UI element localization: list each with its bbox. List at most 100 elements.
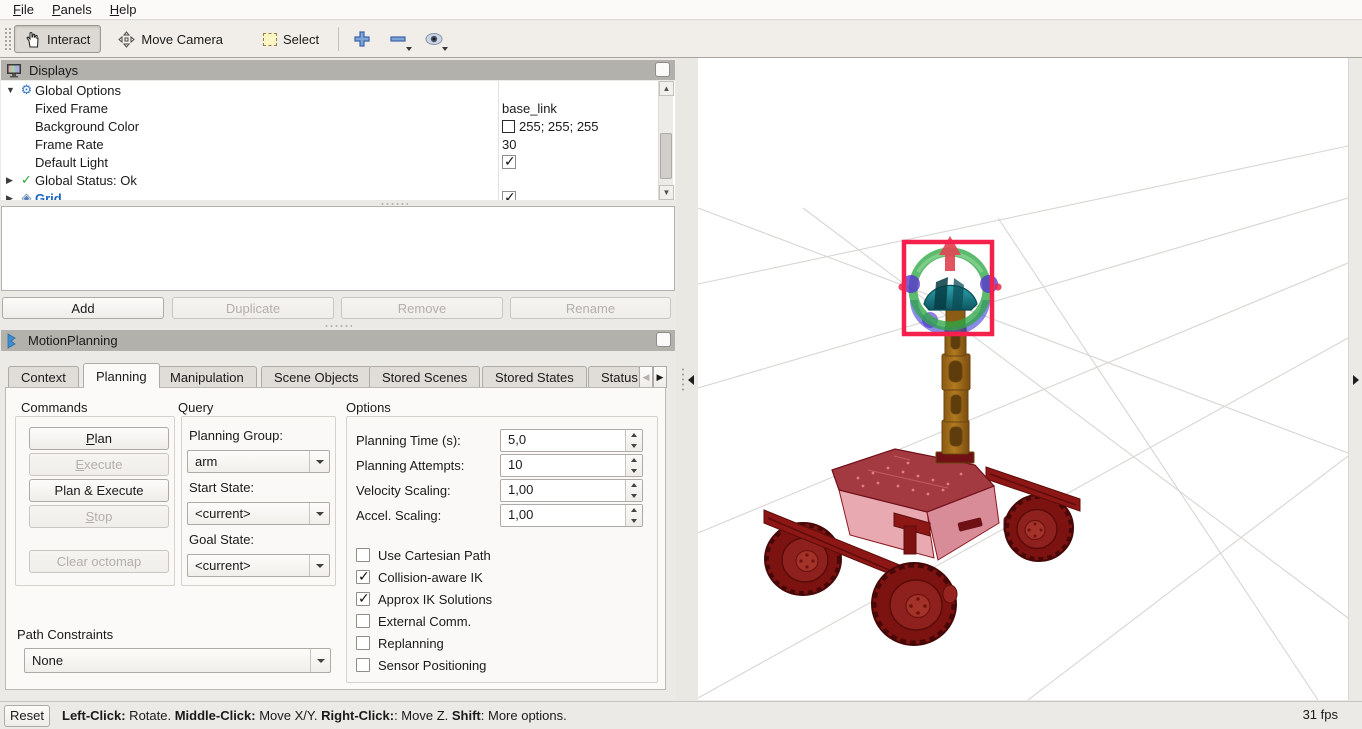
- menu-file[interactable]: File: [4, 1, 43, 18]
- approx-ik-solutions-checkbox[interactable]: [356, 590, 370, 607]
- stop-button[interactable]: Stop: [29, 505, 169, 528]
- grid-diamond-icon: ◈: [21, 190, 32, 200]
- collision-aware-ik-checkbox[interactable]: [356, 568, 370, 585]
- toolbar-separator: [338, 27, 340, 51]
- displays-tree: ▼ ⚙ Global Options Fixed Frame base_link…: [1, 81, 675, 200]
- rover-body: [831, 448, 1000, 561]
- commands-heading: Commands: [21, 400, 88, 415]
- scroll-up-icon[interactable]: ▲: [659, 81, 674, 96]
- zoom-out-button[interactable]: [383, 25, 413, 53]
- default-light-checkbox[interactable]: [502, 153, 516, 170]
- tab-status[interactable]: Status: [588, 366, 640, 388]
- move-camera-tool-button[interactable]: Move Camera: [107, 25, 234, 53]
- use-cartesian-path-label: Use Cartesian Path: [378, 548, 491, 563]
- fixed-frame-value[interactable]: base_link: [502, 101, 557, 116]
- menu-help[interactable]: Help: [101, 1, 146, 18]
- grid-checkbox[interactable]: [502, 189, 516, 200]
- start-state-combobox[interactable]: <current>: [187, 502, 330, 525]
- tree-row-global-status[interactable]: ▶ ✓ Global Status: Ok: [1, 171, 675, 189]
- goal-state-combobox[interactable]: <current>: [187, 554, 330, 577]
- tab-scroll-left-icon[interactable]: ◀: [639, 366, 653, 388]
- spin-buttons[interactable]: [625, 455, 642, 476]
- execute-button[interactable]: Execute: [29, 453, 169, 476]
- tree-row-background-color[interactable]: Background Color 255; 255; 255: [1, 117, 675, 135]
- spin-buttons[interactable]: [625, 480, 642, 501]
- color-swatch[interactable]: [502, 119, 515, 133]
- external-comm-checkbox[interactable]: [356, 614, 370, 628]
- tab-context[interactable]: Context: [8, 366, 79, 388]
- menu-panels[interactable]: Panels: [43, 1, 101, 18]
- spin-buttons[interactable]: [625, 505, 642, 526]
- selection-box-icon: [263, 32, 277, 46]
- motionplanning-float-button[interactable]: [656, 332, 671, 347]
- scrollbar-thumb[interactable]: [660, 133, 672, 179]
- tab-scroll-right-icon[interactable]: ▶: [653, 366, 667, 388]
- fps-counter: 31 fps: [1302, 707, 1338, 722]
- reset-button[interactable]: Reset: [4, 704, 50, 727]
- tab-stored-states[interactable]: Stored States: [482, 366, 587, 388]
- tab-planning[interactable]: Planning: [83, 363, 160, 388]
- scroll-down-icon[interactable]: ▼: [659, 185, 674, 200]
- expander-down-icon[interactable]: ▼: [6, 85, 18, 95]
- planning-group-combobox[interactable]: arm: [187, 450, 330, 473]
- planning-time-spinbox[interactable]: 5,0: [500, 429, 643, 452]
- planning-attempts-spinbox[interactable]: 10: [500, 454, 643, 477]
- plan-and-execute-button[interactable]: Plan & Execute: [29, 479, 169, 502]
- gripper-dome: [923, 284, 978, 311]
- start-state-label: Start State:: [189, 480, 255, 495]
- tab-stored-scenes[interactable]: Stored Scenes: [369, 366, 481, 388]
- remove-display-button[interactable]: Remove: [341, 297, 503, 319]
- sensor-positioning-checkbox[interactable]: [356, 658, 370, 672]
- hand-cursor-icon: [26, 31, 39, 48]
- tree-label: Background Color: [35, 118, 140, 134]
- tree-row-grid[interactable]: ▶ ◈ Grid: [1, 189, 675, 200]
- tree-row-global-options[interactable]: ▼ ⚙ Global Options: [1, 81, 675, 99]
- zoom-in-button[interactable]: [347, 25, 377, 53]
- use-cartesian-path-checkbox[interactable]: [356, 548, 370, 562]
- motionplanning-panel-header[interactable]: MotionPlanning: [1, 330, 675, 351]
- accel-scaling-spinbox[interactable]: 1,00: [500, 504, 643, 527]
- eye-dropdown-arrow[interactable]: [442, 47, 449, 51]
- marker-handle-right[interactable]: [980, 275, 998, 293]
- path-constraints-combobox[interactable]: None: [24, 648, 331, 673]
- planning-time-label: Planning Time (s):: [356, 433, 461, 448]
- splitter-handle[interactable]: [324, 324, 352, 328]
- rename-display-button[interactable]: Rename: [510, 297, 671, 319]
- tree-row-default-light[interactable]: Default Light: [1, 153, 675, 171]
- tree-label: Grid: [35, 190, 62, 201]
- displays-float-button[interactable]: [655, 62, 670, 77]
- expander-right-icon[interactable]: ▶: [6, 175, 18, 186]
- planning-tab-content: Commands Query Options Plan Execute Plan…: [5, 387, 666, 690]
- collapse-right-icon[interactable]: [1353, 375, 1359, 385]
- plan-button[interactable]: Plan: [29, 427, 169, 450]
- interact-tool-button[interactable]: Interact: [14, 25, 102, 53]
- 3d-viewport[interactable]: [697, 58, 1349, 701]
- tree-row-fixed-frame[interactable]: Fixed Frame base_link: [1, 99, 675, 117]
- replanning-checkbox[interactable]: [356, 636, 370, 650]
- panel-splitter[interactable]: [676, 58, 698, 700]
- monitor-icon: [7, 63, 21, 77]
- duplicate-display-button[interactable]: Duplicate: [172, 297, 334, 319]
- select-tool-button[interactable]: Select: [252, 25, 330, 53]
- splitter-grip[interactable]: [681, 367, 685, 393]
- tab-manipulation[interactable]: Manipulation: [157, 366, 257, 388]
- expander-right-icon[interactable]: ▶: [6, 193, 18, 201]
- spin-buttons[interactable]: [625, 430, 642, 451]
- velocity-scaling-spinbox[interactable]: 1,00: [500, 479, 643, 502]
- options-heading: Options: [346, 400, 391, 415]
- tree-scrollbar[interactable]: ▲ ▼: [658, 81, 674, 200]
- frame-rate-value[interactable]: 30: [502, 137, 516, 152]
- zoom-out-dropdown-arrow[interactable]: [406, 47, 413, 51]
- external-comm-label: External Comm.: [378, 614, 472, 629]
- interact-tool-label: Interact: [47, 31, 91, 47]
- background-color-value[interactable]: 255; 255; 255: [519, 119, 599, 134]
- add-display-button[interactable]: Add: [2, 297, 164, 319]
- displays-panel-header[interactable]: Displays: [1, 60, 675, 80]
- toolbar-grip[interactable]: [3, 26, 11, 52]
- tab-scene-objects[interactable]: Scene Objects: [261, 366, 372, 388]
- clear-octomap-button[interactable]: Clear octomap: [29, 550, 169, 573]
- measure-eye-button[interactable]: [419, 25, 449, 53]
- collapse-left-icon[interactable]: [688, 375, 694, 385]
- tree-row-frame-rate[interactable]: Frame Rate 30: [1, 135, 675, 153]
- right-panel-splitter[interactable]: [1348, 58, 1362, 700]
